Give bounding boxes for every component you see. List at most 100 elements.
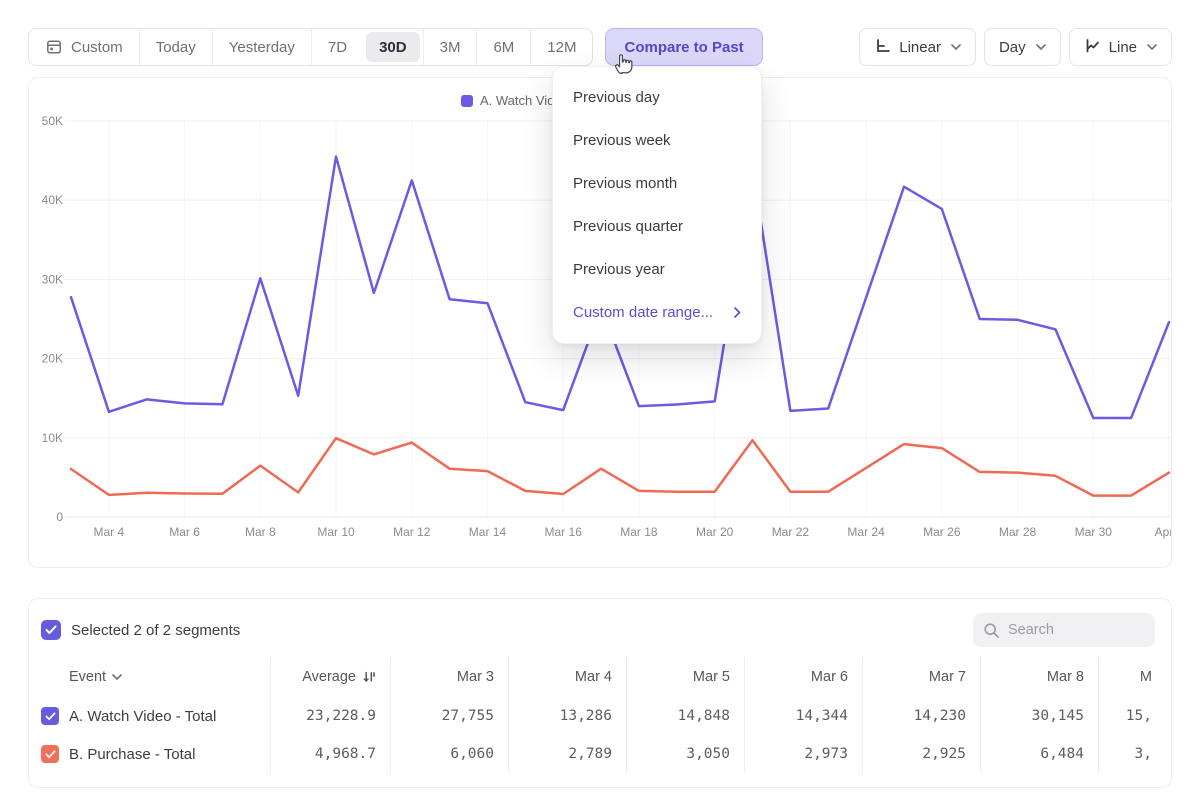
selected-segments-text: Selected 2 of 2 segments (71, 622, 240, 639)
average-value: 23,228.9 (306, 708, 376, 724)
average-column-header[interactable]: Average (271, 657, 391, 697)
date-range-yesterday[interactable]: Yesterday (212, 29, 311, 65)
date-header-label: M (1140, 669, 1152, 685)
cell-value: 30,145 (1032, 708, 1084, 724)
menu-item-previous-day[interactable]: Previous day (553, 76, 761, 119)
date-range-label: 3M (440, 39, 461, 56)
legend-swatch (461, 95, 473, 107)
date-header-label: Mar 4 (575, 669, 612, 685)
chevron-down-icon (112, 674, 122, 680)
date-header-label: Mar 3 (457, 669, 494, 685)
interval-label: Day (999, 39, 1026, 56)
date-range-7d[interactable]: 7D (311, 29, 363, 65)
select-all-checkbox[interactable] (41, 620, 61, 640)
date-range-label: 30D (379, 39, 407, 56)
date-range-label: Yesterday (229, 39, 295, 56)
cell-value: 15, (1126, 708, 1152, 724)
date-range-label: 6M (493, 39, 514, 56)
date-range-picker: Custom Today Yesterday 7D 30D 3M 6M 12M (28, 28, 593, 66)
x-tick-label: Mar 4 (94, 525, 125, 539)
cell-value: 2,925 (922, 746, 966, 762)
date-range-label: Custom (71, 39, 123, 56)
date-range-6m[interactable]: 6M (476, 29, 530, 65)
search-icon (983, 622, 1000, 639)
date-range-custom[interactable]: Custom (29, 29, 139, 65)
date-header-label: Mar 6 (811, 669, 848, 685)
x-tick-label: Mar 10 (317, 525, 355, 539)
average-value: 4,968.7 (315, 746, 376, 762)
date-range-30d[interactable]: 30D (366, 32, 420, 62)
date-range-label: 12M (547, 39, 576, 56)
chart-controls: Linear Day Line (859, 28, 1172, 66)
menu-item-label: Previous quarter (573, 218, 683, 235)
value-cell: 2,925 (863, 735, 981, 773)
check-icon (45, 750, 56, 759)
y-tick-label: 0 (56, 510, 63, 524)
cell-value: 13,286 (560, 708, 612, 724)
value-cell: 14,230 (863, 697, 981, 735)
menu-item-label: Previous month (573, 175, 677, 192)
x-tick-label: Mar 14 (469, 525, 507, 539)
clipped-column-header: M (1099, 657, 1152, 697)
date-column-header[interactable]: Mar 3 (391, 657, 509, 697)
series-line-b[interactable] (71, 438, 1169, 495)
date-column-header[interactable]: Mar 5 (627, 657, 745, 697)
segment-name: A. Watch Video - Total (69, 708, 216, 725)
chevron-down-icon (1147, 44, 1157, 50)
date-column-header[interactable]: Mar 6 (745, 657, 863, 697)
menu-item-custom-date-range[interactable]: Custom date range... (553, 291, 761, 334)
compare-to-past-button[interactable]: Compare to Past (605, 28, 762, 66)
interval-dropdown[interactable]: Day (984, 28, 1061, 66)
menu-item-previous-quarter[interactable]: Previous quarter (553, 205, 761, 248)
date-range-today[interactable]: Today (139, 29, 212, 65)
date-column-header[interactable]: Mar 4 (509, 657, 627, 697)
line-chart-icon (1084, 37, 1101, 58)
date-header-label: Mar 7 (929, 669, 966, 685)
scale-label: Linear (899, 39, 941, 56)
x-tick-label: Mar 12 (393, 525, 431, 539)
value-cell: 6,484 (981, 735, 1099, 773)
y-tick-label: 30K (42, 272, 63, 286)
segment-checkbox[interactable] (41, 745, 59, 763)
scale-dropdown[interactable]: Linear (859, 28, 976, 66)
date-range-label: 7D (328, 39, 347, 56)
menu-item-previous-month[interactable]: Previous month (553, 162, 761, 205)
menu-item-label: Custom date range... (573, 304, 713, 321)
clipped-value-cell: 3, (1099, 735, 1152, 773)
value-cell: 2,973 (745, 735, 863, 773)
date-range-label: Today (156, 39, 196, 56)
x-tick-label: Mar 8 (245, 525, 276, 539)
cell-value: 6,060 (450, 746, 494, 762)
menu-item-previous-week[interactable]: Previous week (553, 119, 761, 162)
search-input[interactable] (1008, 622, 1138, 638)
toolbar: Custom Today Yesterday 7D 30D 3M 6M 12M Compare… (28, 28, 1172, 66)
date-column-header[interactable]: Mar 7 (863, 657, 981, 697)
segments-table: EventAverage Mar 3 Mar 4 Mar 5 Mar 6 Mar 7 Mar… (29, 657, 1171, 773)
menu-item-previous-year[interactable]: Previous year (553, 248, 761, 291)
segments-header: Selected 2 of 2 segments (29, 599, 1171, 657)
cell-value: 3, (1135, 746, 1152, 762)
date-column-header[interactable]: Mar 8 (981, 657, 1099, 697)
calendar-icon (45, 38, 63, 56)
date-range-12m[interactable]: 12M (530, 29, 592, 65)
value-cell: 6,060 (391, 735, 509, 773)
search-box[interactable] (973, 613, 1155, 647)
chart-type-label: Line (1109, 39, 1137, 56)
x-tick-label: Mar 20 (696, 525, 734, 539)
cell-value: 2,973 (804, 746, 848, 762)
segment-checkbox[interactable] (41, 707, 59, 725)
event-column-header[interactable]: Event (29, 657, 271, 697)
segment-row-watch-video[interactable]: A. Watch Video - Total 23,228.9 27,755 13,2… (29, 697, 1171, 735)
x-tick-label: Mar 26 (923, 525, 961, 539)
cell-value: 27,755 (442, 708, 494, 724)
segment-name: B. Purchase - Total (69, 746, 195, 763)
segment-row-purchase[interactable]: B. Purchase - Total4,968.76,0602,7893,05… (29, 735, 1171, 773)
value-cell: 2,789 (509, 735, 627, 773)
menu-item-label: Previous year (573, 261, 665, 278)
date-range-3m[interactable]: 3M (423, 29, 477, 65)
sort-descending-icon[interactable] (362, 670, 376, 684)
chart-type-dropdown[interactable]: Line (1069, 28, 1172, 66)
y-tick-label: 50K (42, 114, 63, 128)
check-icon (45, 625, 57, 635)
menu-item-label: Previous day (573, 89, 660, 106)
